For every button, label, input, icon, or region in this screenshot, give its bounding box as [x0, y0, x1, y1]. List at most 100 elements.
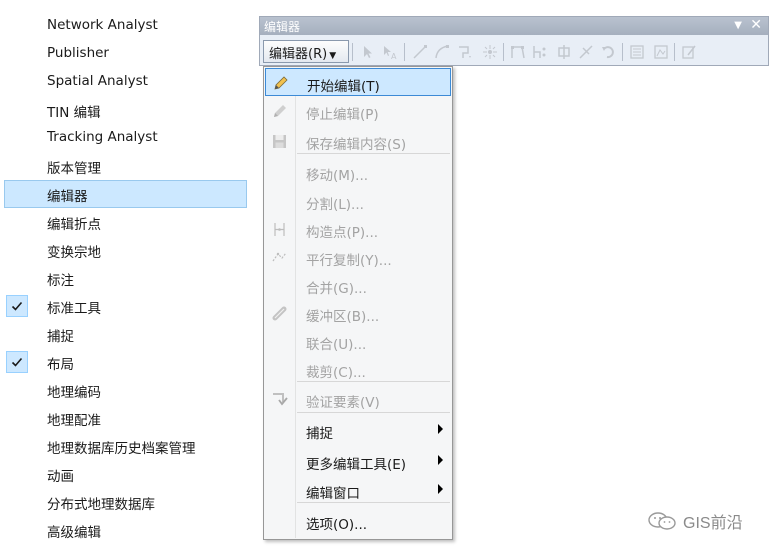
toolbar-list-item[interactable]: 标准工具 [0, 292, 250, 320]
submenu-arrow-icon [438, 455, 443, 465]
menu-item[interactable]: 更多编辑工具(E) [265, 447, 451, 475]
menu-item-label: 平行复制(Y)... [306, 253, 392, 269]
toolbar-list-item[interactable]: 捕捉 [0, 320, 250, 348]
toolbar-list-item-label: 标注 [47, 273, 74, 289]
save-icon [271, 133, 288, 150]
toolbar-list-item[interactable]: 变换宗地 [0, 236, 250, 264]
menu-item[interactable]: 构造点(P)... [265, 215, 451, 243]
toolbar-separator [622, 43, 623, 61]
straight-segment-icon[interactable] [412, 44, 428, 60]
menu-item[interactable]: 停止编辑(P) [265, 97, 451, 125]
toolbar-list-item-label: Tracking Analyst [47, 129, 158, 145]
menu-item[interactable]: 开始编辑(T) [265, 68, 451, 96]
menu-item[interactable]: 缓冲区(B)... [265, 299, 451, 327]
end-point-arc-icon[interactable] [434, 44, 450, 60]
menu-item-label: 验证要素(V) [306, 395, 380, 411]
menu-item[interactable]: 平行复制(Y)... [265, 243, 451, 271]
toolbar-list-item[interactable]: 动画 [0, 460, 250, 488]
menu-item[interactable]: 保存编辑内容(S) [265, 127, 451, 155]
menu-item-label: 移动(M)... [306, 168, 369, 184]
toolbar-list-item[interactable]: 地理编码 [0, 376, 250, 404]
toolbar-list-item-label: 版本管理 [47, 161, 101, 177]
submenu-arrow-icon [438, 424, 443, 434]
toolbar-list-item-label: 地理编码 [47, 385, 101, 401]
menu-item[interactable]: 选项(O)... [265, 507, 451, 535]
menu-item-label: 合并(G)... [306, 281, 367, 297]
toolbar-list-item[interactable]: 分布式地理数据库 [0, 488, 250, 516]
toolbar-list-item[interactable]: Network Analyst [0, 12, 250, 40]
toolbar-list-item[interactable]: 高级编辑 [0, 516, 250, 544]
toolbar-list-item-label: 分布式地理数据库 [47, 497, 155, 513]
pencil-icon [272, 75, 289, 92]
toolbar-separator [503, 43, 504, 61]
edit-annotation-tool-icon[interactable]: A [382, 44, 398, 60]
editor-menu-button[interactable]: 编辑器(R) ▼ [263, 40, 349, 63]
editor-toolbar-window: 编辑器 ▼ ✕ 编辑器(R) ▼ A [259, 16, 769, 66]
wechat-icon [648, 512, 676, 530]
menu-item-label: 裁剪(C)... [306, 365, 366, 381]
menu-item-label: 更多编辑工具(E) [306, 457, 407, 473]
toolbar-list-item-label: 捕捉 [47, 329, 74, 345]
toolbar-list-item-label: 标准工具 [47, 301, 101, 317]
toolbar-separator [352, 43, 353, 61]
toolbar-separator [404, 43, 405, 61]
toolbar-list-item[interactable]: 版本管理 [0, 152, 250, 180]
close-icon[interactable]: ✕ [750, 17, 762, 33]
menu-item[interactable]: 合并(G)... [265, 271, 451, 299]
construction-tool-dropdown-icon[interactable] [456, 44, 472, 60]
checkbox[interactable] [6, 295, 28, 317]
toolbar-list-item[interactable]: Tracking Analyst [0, 124, 250, 152]
edit-vertices-icon[interactable] [510, 44, 526, 60]
pencil-stop-icon [271, 103, 288, 120]
buffer-icon [271, 305, 288, 322]
toolbar-list-item[interactable]: TIN 编辑 [0, 96, 250, 124]
toolbar-list-item[interactable]: 地理配准 [0, 404, 250, 432]
toolbar-list-item[interactable]: 地理数据库历史档案管理 [0, 432, 250, 460]
submenu-arrow-icon [438, 484, 443, 494]
menu-item[interactable]: 裁剪(C)... [265, 355, 451, 383]
attributes-icon[interactable] [629, 44, 645, 60]
validate-icon [271, 391, 288, 408]
sketch-properties-icon[interactable] [653, 44, 669, 60]
checkmark-icon [11, 357, 23, 367]
split-tool-icon[interactable] [578, 44, 594, 60]
menu-item[interactable]: 编辑窗口 [265, 476, 451, 504]
menu-item[interactable]: 分割(L)... [265, 187, 451, 215]
toolbar-list-item[interactable]: Publisher [0, 40, 250, 68]
reshape-feature-icon[interactable] [532, 44, 548, 60]
menu-item-label: 编辑窗口 [306, 486, 360, 502]
toolbar-list-item[interactable]: 标注 [0, 264, 250, 292]
editor-titlebar[interactable]: 编辑器 ▼ ✕ [260, 17, 768, 35]
menu-item-label: 保存编辑内容(S) [306, 137, 407, 153]
menu-item-label: 停止编辑(P) [306, 107, 379, 123]
dropdown-arrow-icon[interactable]: ▼ [734, 20, 742, 31]
toolbar-list-item[interactable]: 布局 [0, 348, 250, 376]
copy-parallel-icon [271, 249, 288, 266]
rotate-tool-icon[interactable] [600, 44, 616, 60]
toolbar-list-item-label: 地理数据库历史档案管理 [47, 441, 196, 457]
toolbar-list-item-label: Network Analyst [47, 17, 158, 33]
menu-item[interactable]: 移动(M)... [265, 158, 451, 186]
checkmark-icon [11, 301, 23, 311]
midpoint-icon[interactable] [482, 44, 498, 60]
menu-item[interactable]: 联合(U)... [265, 327, 451, 355]
construct-points-icon [271, 221, 288, 238]
cut-polygons-icon[interactable] [556, 44, 572, 60]
menu-item-label: 捕捉 [306, 426, 333, 442]
checkbox[interactable] [6, 351, 28, 373]
watermark-text: GIS前沿 [683, 515, 743, 532]
menu-item-label: 分割(L)... [306, 197, 364, 213]
menu-item-label: 构造点(P)... [306, 225, 379, 241]
toolbar-separator [674, 43, 675, 61]
create-features-icon[interactable] [681, 44, 697, 60]
menu-item-label: 联合(U)... [306, 337, 367, 353]
toolbar-list-item[interactable]: 编辑器 [4, 180, 247, 208]
toolbar-list-item[interactable]: 编辑折点 [0, 208, 250, 236]
toolbar-list-item[interactable]: Spatial Analyst [0, 68, 250, 96]
menu-item-label: 缓冲区(B)... [306, 309, 380, 325]
menu-item[interactable]: 验证要素(V) [265, 385, 451, 413]
edit-tool-icon[interactable] [360, 44, 376, 60]
menu-item-label: 选项(O)... [306, 517, 368, 533]
menu-item[interactable]: 捕捉 [265, 416, 451, 444]
toolbar-list: Network Analyst Publisher Spatial Analyst T… [0, 12, 250, 544]
